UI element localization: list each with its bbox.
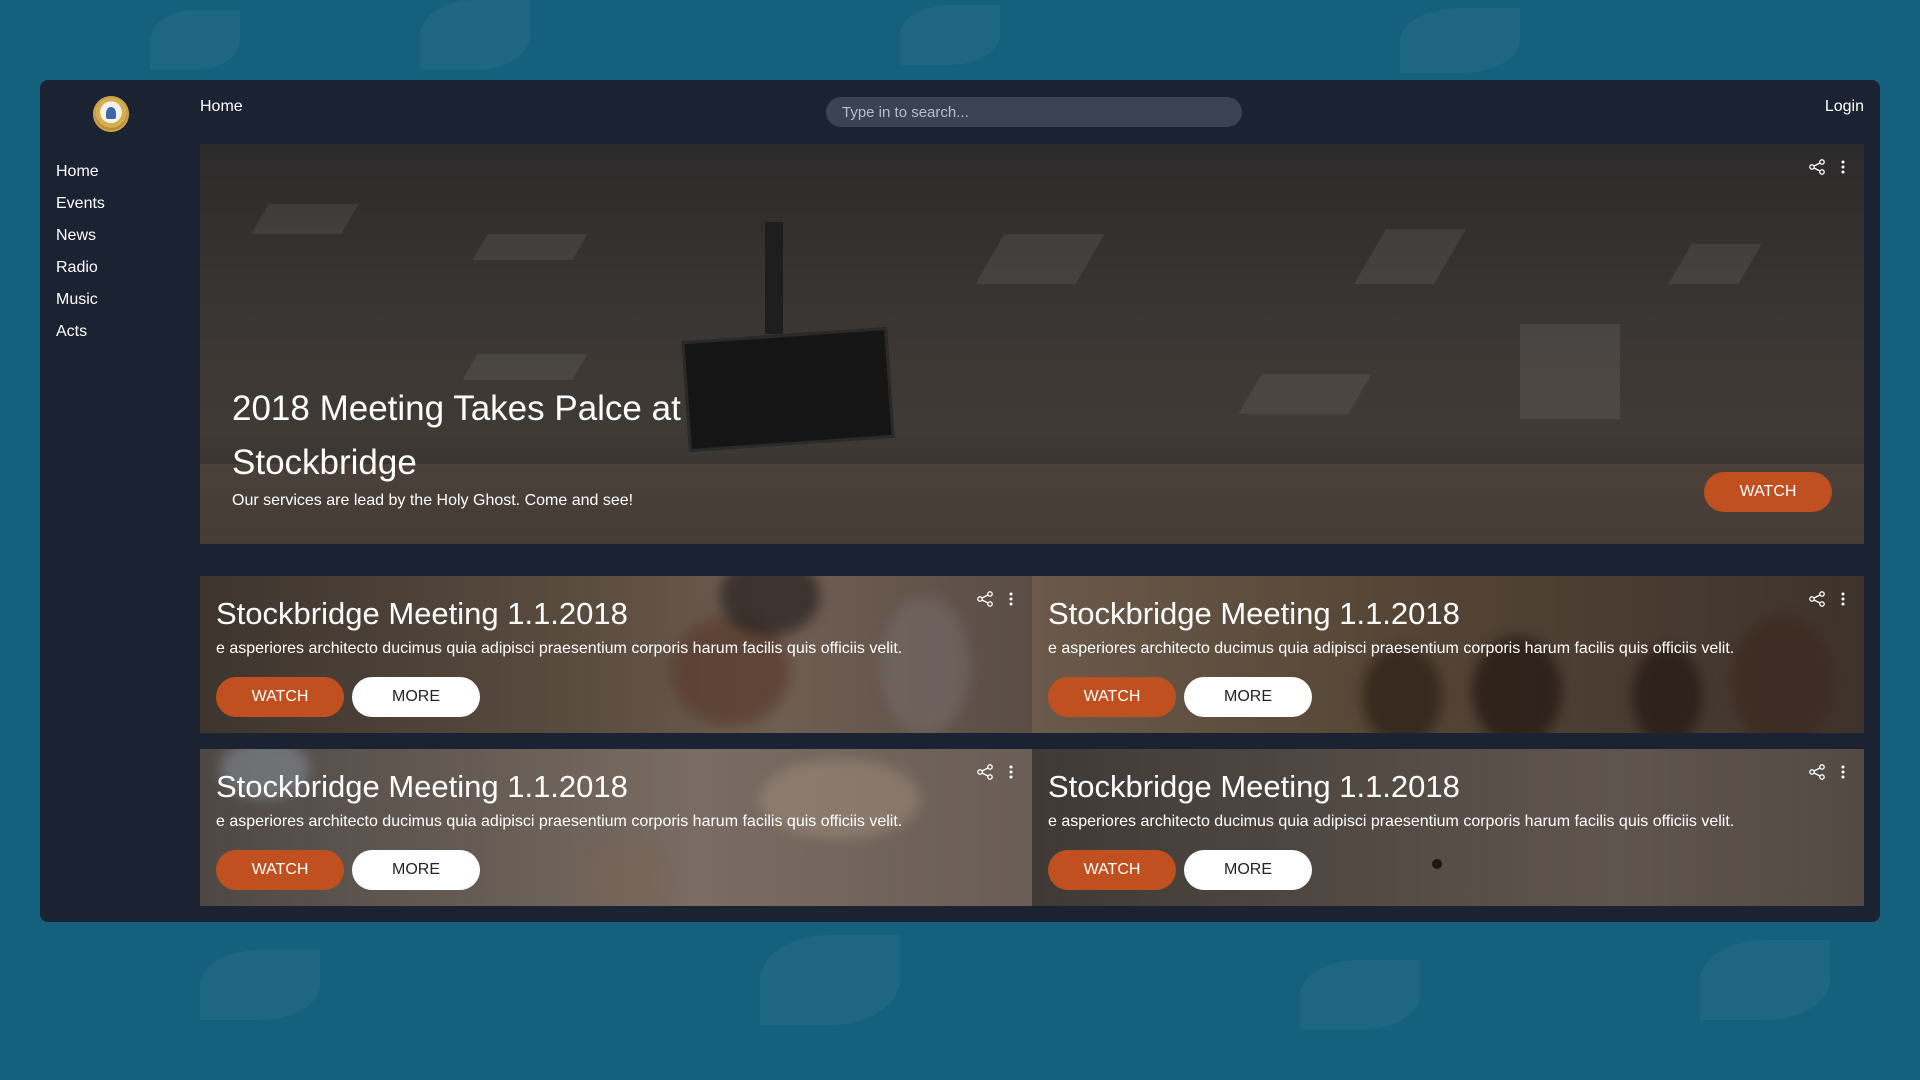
sidebar-item-news[interactable]: News [56, 220, 105, 252]
background-leaf-decoration [1400, 8, 1520, 73]
background-leaf-decoration [760, 935, 900, 1025]
card-buttons: WATCH MORE [216, 677, 480, 717]
hero-image-detail [681, 326, 895, 453]
background-leaf-decoration [900, 5, 1000, 65]
card-title: Stockbridge Meeting 1.1.2018 [1048, 769, 1460, 804]
hero-image-detail [462, 354, 588, 380]
card-title: Stockbridge Meeting 1.1.2018 [216, 769, 628, 804]
card-buttons: WATCH MORE [1048, 850, 1312, 890]
login-link[interactable]: Login [1825, 98, 1864, 116]
more-button[interactable]: MORE [352, 850, 480, 890]
hero-image-detail [1354, 229, 1466, 284]
hero-image-detail [1520, 324, 1620, 419]
card-buttons: WATCH MORE [216, 850, 480, 890]
watch-button[interactable]: WATCH [1048, 677, 1176, 717]
card-description: e asperiores architecto ducimus quia adi… [216, 813, 903, 830]
background-leaf-decoration [150, 10, 240, 70]
share-icon[interactable] [1808, 590, 1826, 608]
more-vertical-icon[interactable] [1008, 763, 1014, 781]
more-vertical-icon[interactable] [1840, 158, 1846, 176]
top-bar: Home Login [200, 80, 1880, 144]
sidebar-item-events[interactable]: Events [56, 188, 105, 220]
sidebar: Home Events News Radio Music Acts [40, 80, 200, 922]
sidebar-item-acts[interactable]: Acts [56, 316, 105, 348]
hero-banner: 2018 Meeting Takes Palce at Stockbridge … [200, 144, 1864, 544]
watch-button[interactable]: WATCH [216, 677, 344, 717]
card-description: e asperiores architecto ducimus quia adi… [1048, 640, 1735, 657]
card-actions [1808, 763, 1846, 781]
card-image-detail [1732, 616, 1832, 733]
sidebar-item-music[interactable]: Music [56, 284, 105, 316]
share-icon[interactable] [1808, 763, 1826, 781]
hero-title: 2018 Meeting Takes Palce at Stockbridge [232, 389, 681, 482]
more-button[interactable]: MORE [352, 677, 480, 717]
hero-subtitle: Our services are lead by the Holy Ghost.… [232, 492, 634, 509]
card-image-detail [880, 596, 970, 733]
share-icon[interactable] [976, 590, 994, 608]
meeting-card: Stockbridge Meeting 1.1.2018 e asperiore… [200, 749, 1032, 906]
share-icon[interactable] [976, 763, 994, 781]
meeting-card: Stockbridge Meeting 1.1.2018 e asperiore… [1032, 749, 1864, 906]
card-image-detail [1362, 646, 1442, 733]
card-image-detail [1632, 646, 1702, 733]
more-vertical-icon[interactable] [1840, 590, 1846, 608]
meeting-card: Stockbridge Meeting 1.1.2018 e asperiore… [1032, 576, 1864, 733]
card-actions [1808, 590, 1846, 608]
card-description: e asperiores architecto ducimus quia adi… [216, 640, 903, 657]
background-leaf-decoration [1700, 940, 1830, 1020]
hero-image-detail [1238, 374, 1372, 414]
card-image-detail [1432, 859, 1442, 869]
share-icon[interactable] [1808, 158, 1826, 176]
hero-watch-button[interactable]: WATCH [1704, 472, 1832, 512]
card-image-detail [580, 839, 670, 906]
card-title: Stockbridge Meeting 1.1.2018 [1048, 596, 1460, 631]
more-button[interactable]: MORE [1184, 677, 1312, 717]
hero-image-detail [472, 234, 588, 260]
card-actions [976, 763, 1014, 781]
breadcrumb[interactable]: Home [200, 98, 243, 116]
card-description: e asperiores architecto ducimus quia adi… [1048, 813, 1735, 830]
hero-image-detail [251, 204, 359, 234]
card-buttons: WATCH MORE [1048, 677, 1312, 717]
search-input[interactable] [826, 97, 1242, 127]
background-leaf-decoration [420, 0, 530, 70]
card-actions [976, 590, 1014, 608]
hero-actions [1808, 158, 1846, 176]
more-vertical-icon[interactable] [1008, 590, 1014, 608]
meeting-card: Stockbridge Meeting 1.1.2018 e asperiore… [200, 576, 1032, 733]
church-logo[interactable] [93, 96, 129, 132]
watch-button[interactable]: WATCH [216, 850, 344, 890]
watch-button[interactable]: WATCH [1048, 850, 1176, 890]
sidebar-item-radio[interactable]: Radio [56, 252, 105, 284]
background-leaf-decoration [1300, 960, 1420, 1030]
card-title: Stockbridge Meeting 1.1.2018 [216, 596, 628, 631]
hero-image-detail [975, 234, 1105, 284]
sidebar-item-home[interactable]: Home [56, 156, 105, 188]
app-window: Home Events News Radio Music Acts Home L… [40, 80, 1880, 922]
hero-image-detail [1668, 244, 1762, 284]
more-button[interactable]: MORE [1184, 850, 1312, 890]
hero-image-detail [765, 222, 783, 334]
more-vertical-icon[interactable] [1840, 763, 1846, 781]
sidebar-nav: Home Events News Radio Music Acts [56, 156, 105, 348]
background-leaf-decoration [200, 950, 320, 1020]
